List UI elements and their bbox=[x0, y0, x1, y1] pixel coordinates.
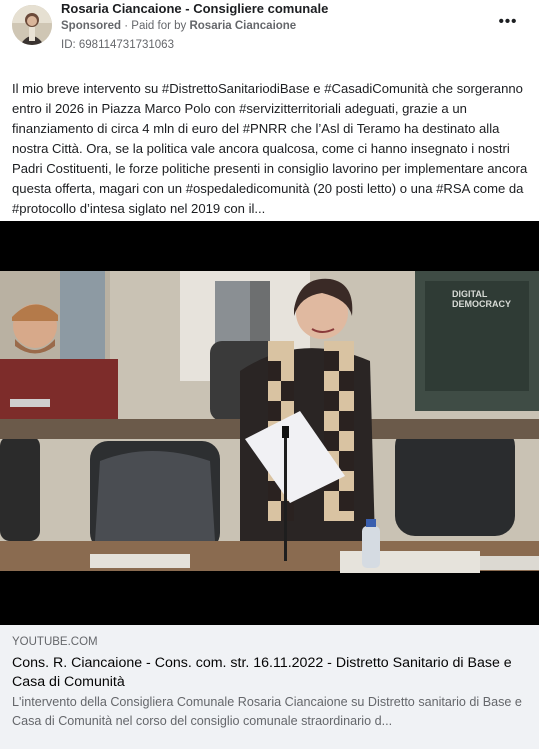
page-name[interactable]: Rosaria Ciancaione - Consigliere comunal… bbox=[61, 1, 328, 16]
ad-post-card: Rosaria Ciancaione - Consigliere comunal… bbox=[0, 0, 539, 749]
video-frame: DIGITAL DEMOCRACY bbox=[0, 221, 539, 625]
link-domain: YOUTUBE.COM bbox=[12, 636, 98, 648]
link-description: L'intervento della Consigliera Comunale … bbox=[12, 695, 522, 728]
video-player[interactable]: DIGITAL DEMOCRACY bbox=[0, 221, 539, 625]
sponsored-label: Sponsored bbox=[61, 20, 122, 32]
sponsored-line: Sponsored · Paid for by Rosaria Ciancaio… bbox=[61, 20, 296, 32]
ad-id: ID: 698114731731063 bbox=[61, 39, 174, 51]
link-preview[interactable]: YOUTUBE.COM Cons. R. Ciancaione - Cons. … bbox=[0, 625, 539, 749]
page-avatar[interactable] bbox=[12, 5, 52, 45]
paid-for-name[interactable]: Rosaria Ciancaione bbox=[189, 20, 296, 32]
post-text: Il mio breve intervento su #DistrettoSan… bbox=[12, 81, 528, 216]
more-horizontal-icon[interactable]: ••• bbox=[498, 12, 518, 32]
watermark-line2: DEMOCRACY bbox=[452, 299, 511, 309]
link-title[interactable]: Cons. R. Ciancaione - Cons. com. str. 16… bbox=[12, 654, 530, 692]
paid-for-prefix: · Paid for by bbox=[124, 20, 187, 32]
watermark-line1: DIGITAL bbox=[452, 289, 488, 299]
